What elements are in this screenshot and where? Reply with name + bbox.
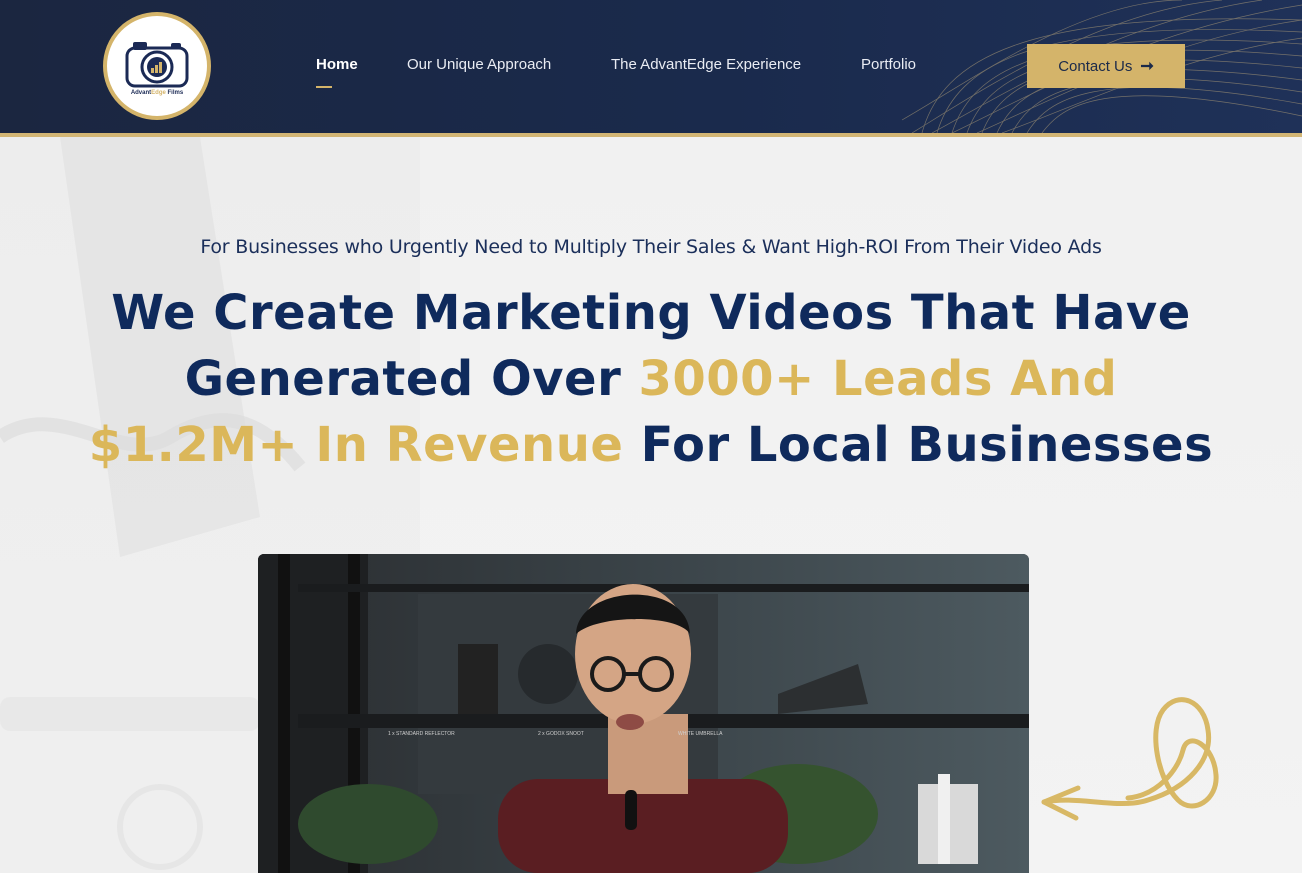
headline-highlight-leads: 3000+ Leads And: [638, 351, 1118, 407]
logo-wordmark: AdvantEdge Films: [130, 90, 184, 96]
shelf-label-2: 2 x GODOX SNOOT: [538, 731, 584, 737]
nav-item-home[interactable]: Home: [316, 56, 358, 73]
headline-line-1: We Create Marketing Videos That Have: [111, 285, 1191, 341]
shelf-label-1: 1 x STANDARD REFLECTOR: [388, 731, 455, 737]
hand-drawn-arrow-icon: [1041, 697, 1219, 821]
hero-video-player[interactable]: 1 x STANDARD REFLECTOR 2 x GODOX SNOOT W…: [258, 554, 1029, 873]
headline-line-2: Generated Over 3000+ Leads And: [184, 351, 1118, 407]
shelf-label-3: WHITE UMBRELLA: [678, 731, 723, 737]
contact-us-button[interactable]: Contact Us ➞: [1027, 44, 1185, 88]
nav-item-portfolio[interactable]: Portfolio: [861, 56, 916, 73]
video-frame-thumbnail: 1 x STANDARD REFLECTOR 2 x GODOX SNOOT W…: [258, 554, 1029, 873]
hero-eyebrow: For Businesses who Urgently Need to Mult…: [200, 236, 1102, 258]
arrow-right-icon: ➞: [1140, 58, 1154, 75]
hero-headline: We Create Marketing Videos That Have Gen…: [0, 280, 1302, 478]
active-nav-indicator: [316, 86, 332, 88]
site-header: AdvantEdge Films Home Our Unique Approac…: [0, 0, 1302, 133]
contact-us-label: Contact Us: [1058, 57, 1133, 75]
nav-item-our-unique-approach[interactable]: Our Unique Approach: [407, 56, 551, 73]
headline-highlight-revenue: $1.2M+ In Revenue: [88, 417, 624, 473]
nav-item-advantedge-experience[interactable]: The AdvantEdge Experience: [611, 56, 801, 73]
headline-line-3: $1.2M+ In Revenue For Local Businesses: [88, 417, 1214, 473]
brand-logo[interactable]: AdvantEdge Films: [103, 12, 211, 120]
camera-logo-icon: [125, 42, 189, 88]
